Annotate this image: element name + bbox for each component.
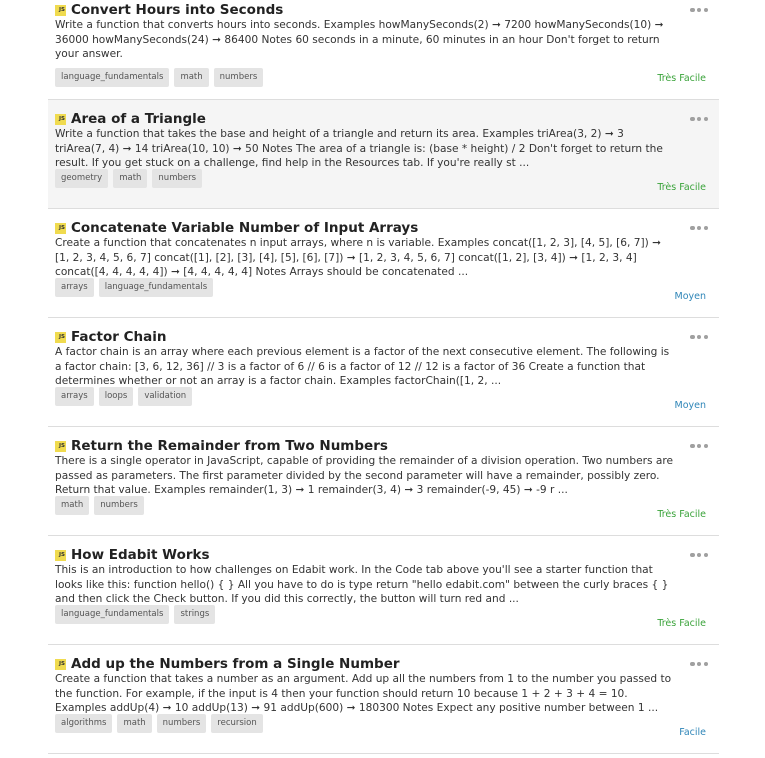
more-dot: [696, 225, 702, 231]
javascript-icon: JS: [55, 440, 66, 452]
javascript-icon: JS: [55, 113, 66, 125]
challenge-description: Create a function that concatenates n in…: [55, 237, 661, 279]
challenge-title[interactable]: Return the Remainder from Two Numbers: [71, 438, 388, 454]
more-dot: [690, 334, 695, 340]
challenge-list: JS Convert Hours into Seconds Write a func…: [48, 0, 719, 754]
challenge-card[interactable]: JS Factor Chain A factor chain is an array…: [48, 318, 719, 427]
more-dot: [703, 334, 708, 340]
more-dot: [696, 661, 702, 667]
javascript-icon: JS: [55, 549, 66, 561]
challenge-card[interactable]: JS How Edabit Works This is an introductio…: [48, 536, 719, 645]
challenge-tags: math numbers: [55, 496, 144, 515]
challenge-description: A factor chain is an array where each pr…: [55, 346, 670, 388]
more-dot: [696, 334, 702, 340]
challenge-description: There is a single operator in JavaScript…: [55, 455, 673, 497]
javascript-icon: JS: [55, 222, 66, 234]
challenge-title-row: JS Convert Hours into Seconds: [55, 2, 283, 18]
tag-geometry[interactable]: geometry: [55, 169, 109, 188]
tag-math[interactable]: math: [113, 169, 148, 188]
challenge-title[interactable]: Add up the Numbers from a Single Number: [71, 656, 400, 672]
tag-algorithms[interactable]: algorithms: [55, 714, 113, 733]
challenge-card[interactable]: JS Return the Remainder from Two Numbers T…: [48, 427, 719, 536]
challenge-title[interactable]: How Edabit Works: [71, 547, 210, 563]
challenge-title-row: JS Add up the Numbers from a Single Numbe…: [55, 656, 400, 672]
tag-language-fundamentals[interactable]: language_fundamentals: [98, 278, 214, 297]
challenge-tags: language_fundamentals strings: [55, 605, 216, 624]
difficulty-label: Moyen: [674, 291, 707, 302]
tag-arrays[interactable]: arrays: [55, 278, 94, 297]
challenge-description: Write a function that takes the base and…: [55, 128, 663, 170]
tag-language-fundamentals[interactable]: language_fundamentals: [55, 605, 170, 624]
tag-numbers[interactable]: numbers: [156, 714, 207, 733]
challenge-title-row: JS Factor Chain: [55, 329, 167, 345]
more-options-icon[interactable]: [690, 3, 708, 17]
challenge-tags: arrays language_fundamentals: [55, 278, 214, 297]
more-dot: [703, 7, 708, 13]
more-dot: [703, 443, 708, 449]
difficulty-label: Très Facile: [657, 509, 706, 520]
more-options-icon[interactable]: [690, 439, 708, 453]
challenge-title-row: JS Return the Remainder from Two Numbers: [55, 438, 388, 454]
more-dot: [703, 661, 708, 667]
difficulty-label: Très Facile: [657, 73, 706, 84]
challenge-description: Create a function that takes a number as…: [55, 673, 672, 715]
challenge-description: Write a function that converts hours int…: [55, 19, 664, 61]
tag-math[interactable]: math: [174, 68, 209, 87]
more-dot: [690, 661, 695, 667]
difficulty-label: Facile: [679, 727, 706, 738]
difficulty-label: Très Facile: [657, 618, 706, 629]
tag-loops[interactable]: loops: [98, 387, 134, 406]
more-dot: [696, 7, 702, 13]
more-dot: [690, 225, 695, 231]
challenge-card[interactable]: JS Add up the Numbers from a Single Numbe…: [48, 645, 719, 754]
challenge-card[interactable]: JS Convert Hours into Seconds Write a func…: [48, 0, 719, 100]
challenge-title[interactable]: Convert Hours into Seconds: [71, 2, 283, 18]
tag-arrays[interactable]: arrays: [55, 387, 94, 406]
more-dot: [690, 7, 695, 13]
javascript-icon: JS: [55, 4, 66, 16]
more-options-icon[interactable]: [690, 330, 708, 344]
challenge-title-row: JS How Edabit Works: [55, 547, 210, 563]
challenge-card[interactable]: JS Concatenate Variable Number of Input A…: [48, 209, 719, 318]
more-dot: [696, 552, 702, 558]
challenge-title-row: JS Area of a Triangle: [55, 111, 206, 127]
more-dot: [696, 116, 702, 122]
more-dot: [690, 116, 695, 122]
tag-numbers[interactable]: numbers: [213, 68, 264, 87]
more-options-icon[interactable]: [690, 657, 708, 671]
challenge-tags: algorithms math numbers recursion: [55, 714, 263, 733]
more-dot: [703, 552, 708, 558]
more-dot: [703, 225, 708, 231]
more-dot: [696, 443, 702, 449]
challenge-tags: language_fundamentals math numbers: [55, 68, 264, 87]
more-options-icon[interactable]: [690, 548, 708, 562]
challenge-title[interactable]: Area of a Triangle: [71, 111, 206, 127]
tag-validation[interactable]: validation: [138, 387, 193, 406]
more-options-icon[interactable]: [690, 221, 708, 235]
tag-math[interactable]: math: [55, 496, 90, 515]
tag-math[interactable]: math: [117, 714, 152, 733]
challenge-title-row: JS Concatenate Variable Number of Input A…: [55, 220, 418, 236]
difficulty-label: Très Facile: [657, 182, 706, 193]
more-dot: [703, 116, 708, 122]
tag-strings[interactable]: strings: [174, 605, 216, 624]
tag-numbers[interactable]: numbers: [94, 496, 144, 515]
tag-numbers[interactable]: numbers: [152, 169, 203, 188]
challenge-tags: arrays loops validation: [55, 387, 193, 406]
javascript-icon: JS: [55, 331, 66, 343]
tag-recursion[interactable]: recursion: [211, 714, 263, 733]
challenge-tags: geometry math numbers: [55, 169, 203, 188]
challenge-title[interactable]: Concatenate Variable Number of Input Arr…: [71, 220, 418, 236]
challenge-card[interactable]: JS Area of a Triangle Write a function tha…: [48, 100, 719, 209]
tag-language-fundamentals[interactable]: language_fundamentals: [55, 68, 170, 87]
challenge-description: This is an introduction to how challenge…: [55, 564, 669, 606]
more-dot: [690, 552, 695, 558]
javascript-icon: JS: [55, 658, 66, 670]
challenge-title[interactable]: Factor Chain: [71, 329, 167, 345]
more-dot: [690, 443, 695, 449]
more-options-icon[interactable]: [690, 112, 708, 126]
difficulty-label: Moyen: [674, 400, 707, 411]
